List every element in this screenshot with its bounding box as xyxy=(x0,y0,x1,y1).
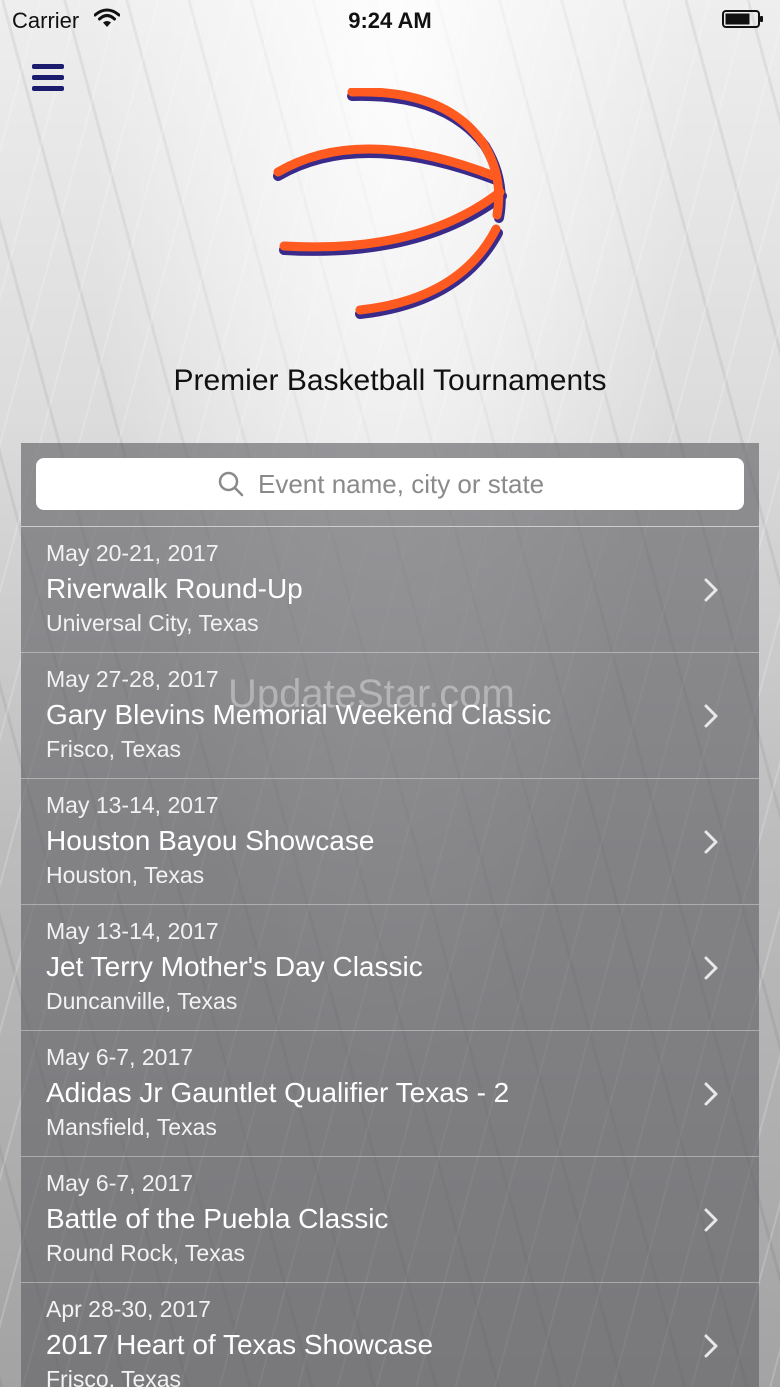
event-list: May 20-21, 2017 Riverwalk Round-Up Unive… xyxy=(21,527,759,1387)
menu-bar xyxy=(32,86,64,91)
event-row[interactable]: May 6-7, 2017 Battle of the Puebla Class… xyxy=(21,1157,759,1283)
event-date: May 6-7, 2017 xyxy=(46,1044,194,1070)
search-bar xyxy=(21,443,759,527)
event-row[interactable]: May 13-14, 2017 Jet Terry Mother's Day C… xyxy=(21,905,759,1031)
event-name: Riverwalk Round-Up xyxy=(46,573,303,604)
event-date: May 6-7, 2017 xyxy=(46,1170,194,1196)
events-panel: May 20-21, 2017 Riverwalk Round-Up Unive… xyxy=(21,443,759,1387)
chevron-right-icon xyxy=(703,577,719,608)
event-name: Adidas Jr Gauntlet Qualifier Texas - 2 xyxy=(46,1077,510,1108)
event-date: May 20-21, 2017 xyxy=(46,540,219,566)
search-box[interactable] xyxy=(36,458,744,510)
chevron-right-icon xyxy=(703,829,719,860)
chevron-right-icon xyxy=(703,703,719,734)
event-row[interactable]: May 13-14, 2017 Houston Bayou Showcase H… xyxy=(21,779,759,905)
event-name: Houston Bayou Showcase xyxy=(46,825,375,856)
menu-bar xyxy=(32,64,64,69)
event-row[interactable]: May 20-21, 2017 Riverwalk Round-Up Unive… xyxy=(21,527,759,653)
chevron-right-icon xyxy=(703,1081,719,1112)
chevron-right-icon xyxy=(703,955,719,986)
status-bar: Carrier 9:24 AM xyxy=(0,0,780,40)
event-location: Houston, Texas xyxy=(46,862,205,888)
event-location: Duncanville, Texas xyxy=(46,988,238,1014)
basketball-logo-icon xyxy=(270,87,510,323)
search-icon xyxy=(218,471,244,502)
event-location: Mansfield, Texas xyxy=(46,1114,217,1140)
status-time: 9:24 AM xyxy=(348,8,432,33)
event-date: May 13-14, 2017 xyxy=(46,792,219,818)
battery-icon xyxy=(722,10,763,28)
event-name: Battle of the Puebla Classic xyxy=(46,1203,389,1234)
event-location: Round Rock, Texas xyxy=(46,1240,246,1266)
event-location: Universal City, Texas xyxy=(46,610,259,636)
search-input[interactable] xyxy=(258,458,718,510)
event-date: May 27-28, 2017 xyxy=(46,666,219,692)
menu-bar xyxy=(32,75,64,80)
event-date: May 13-14, 2017 xyxy=(46,918,219,944)
event-date: Apr 28-30, 2017 xyxy=(46,1296,211,1322)
event-row[interactable]: May 27-28, 2017 Gary Blevins Memorial We… xyxy=(21,653,759,779)
event-name: 2017 Heart of Texas Showcase xyxy=(46,1329,434,1360)
event-location: Frisco, Texas xyxy=(46,736,182,762)
hamburger-menu-icon[interactable] xyxy=(32,64,64,92)
chevron-right-icon xyxy=(703,1333,719,1364)
event-row[interactable]: May 6-7, 2017 Adidas Jr Gauntlet Qualifi… xyxy=(21,1031,759,1157)
event-name: Jet Terry Mother's Day Classic xyxy=(46,951,423,982)
event-row[interactable]: Apr 28-30, 2017 2017 Heart of Texas Show… xyxy=(21,1283,759,1387)
app-title: Premier Basketball Tournaments xyxy=(173,364,607,397)
chevron-right-icon xyxy=(703,1207,719,1238)
event-name: Gary Blevins Memorial Weekend Classic xyxy=(46,699,552,730)
event-location: Frisco, Texas xyxy=(46,1366,182,1387)
